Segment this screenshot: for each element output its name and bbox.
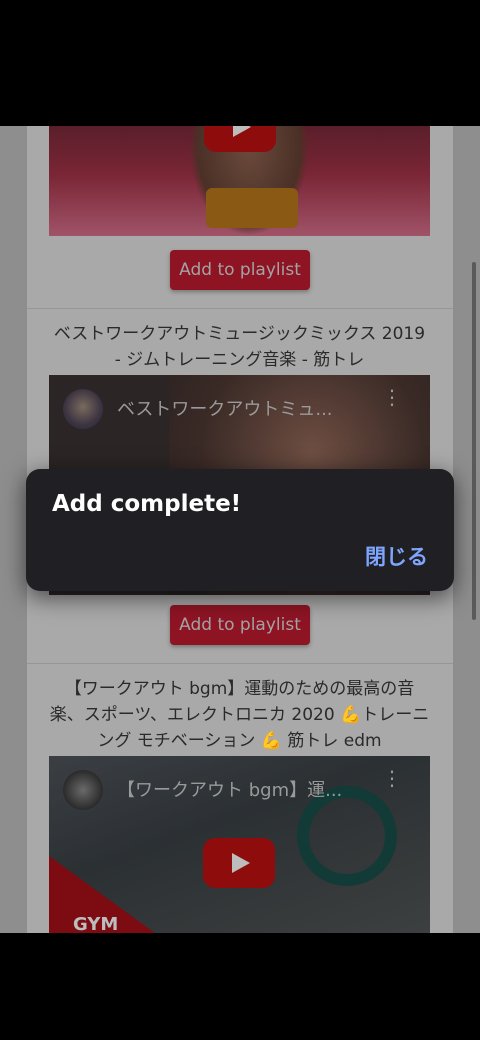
- embedded-video-title: 【ワークアウト bgm】運...: [117, 780, 343, 801]
- video-title-3: 【ワークアウト bgm】運動のための最高の音楽、スポーツ、エレクトロニカ 202…: [49, 679, 430, 751]
- status-bar-area: [0, 0, 480, 126]
- video-thumbnail-1[interactable]: [49, 126, 430, 236]
- channel-avatar[interactable]: [63, 770, 103, 810]
- play-icon[interactable]: [203, 838, 275, 888]
- video-title-2: ベストワークアウトミュージックミックス 2019 - ジムトレーニング音楽 - …: [53, 324, 426, 370]
- embedded-video-title: ベストワークアウトミュ...: [117, 399, 333, 420]
- video-thumbnail-3[interactable]: GYM 【ワークアウト bgm】運... ⋮: [49, 756, 430, 933]
- scrollbar[interactable]: [472, 262, 476, 620]
- close-button[interactable]: 閉じる: [365, 541, 428, 571]
- toast-dialog: Add complete! 閉じる: [26, 469, 454, 591]
- more-vertical-icon[interactable]: ⋮: [382, 768, 402, 788]
- thumbnail-detail: [206, 188, 298, 228]
- divider: [27, 308, 453, 309]
- thumbnail-text: GYM: [73, 914, 119, 933]
- channel-avatar[interactable]: [63, 389, 103, 429]
- navigation-bar-area: [0, 933, 480, 1040]
- add-to-playlist-button-1[interactable]: Add to playlist: [170, 250, 310, 290]
- add-to-playlist-button-2[interactable]: Add to playlist: [170, 605, 310, 645]
- divider: [27, 663, 453, 664]
- dialog-message: Add complete!: [52, 491, 242, 517]
- play-icon[interactable]: [204, 126, 276, 152]
- more-vertical-icon[interactable]: ⋮: [382, 387, 402, 407]
